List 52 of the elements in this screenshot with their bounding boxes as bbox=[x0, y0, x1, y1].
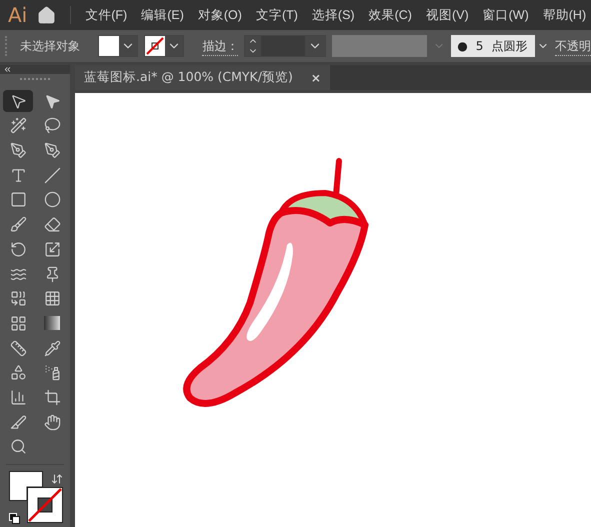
spray-can-icon bbox=[44, 364, 60, 382]
perspective-grid-icon bbox=[44, 290, 60, 308]
app-logo[interactable]: Ai bbox=[8, 0, 28, 30]
arrow-pointer-icon bbox=[10, 92, 26, 110]
selection-status: 未选择对象 bbox=[18, 38, 81, 55]
menu-item[interactable]: 效果(C) bbox=[368, 6, 412, 24]
brush-dropdown[interactable]: ● 5 点圆形 bbox=[451, 35, 535, 57]
home-icon[interactable] bbox=[37, 6, 56, 24]
collapse-icon bbox=[3, 65, 12, 74]
menu-item[interactable]: 窗口(W) bbox=[482, 6, 529, 24]
fill-swatch bbox=[99, 36, 120, 56]
rectangle-icon bbox=[10, 191, 26, 208]
default-colors-icon[interactable] bbox=[9, 512, 20, 524]
eyedropper-icon bbox=[44, 340, 60, 357]
artboard-icon bbox=[44, 388, 60, 406]
fill-color-swatch[interactable] bbox=[9, 470, 43, 501]
document-tab[interactable]: 蓝莓图标.ai* @ 100% (CMYK/预览) × bbox=[75, 65, 330, 90]
menu-item[interactable]: 编辑(E) bbox=[141, 6, 184, 24]
stroke-color-swatch[interactable] bbox=[27, 486, 63, 523]
menu-item[interactable]: 文字(T) bbox=[256, 6, 298, 24]
menu-item[interactable]: 选择(S) bbox=[312, 6, 355, 24]
zoom-icon bbox=[10, 438, 26, 456]
tool-button[interactable] bbox=[3, 90, 33, 112]
brush-icon bbox=[10, 216, 26, 234]
document-title: 蓝莓图标.ai* @ 100% (CMYK/预览) bbox=[84, 68, 293, 86]
swap-colors-icon[interactable] bbox=[51, 472, 63, 485]
eraser-icon bbox=[44, 216, 60, 234]
stroke-label[interactable]: 描边： bbox=[202, 36, 238, 56]
menu-item[interactable]: 视图(V) bbox=[426, 6, 469, 24]
tab-close-button[interactable]: × bbox=[310, 68, 321, 86]
hand-icon bbox=[44, 414, 60, 431]
stroke-swatch-dropdown[interactable] bbox=[144, 35, 184, 57]
rotate-icon bbox=[10, 240, 26, 258]
fill-swatch-dropdown[interactable] bbox=[98, 35, 138, 57]
type-icon bbox=[10, 166, 26, 184]
ruler-icon bbox=[10, 340, 26, 357]
gradient-icon bbox=[44, 316, 60, 330]
menu-item[interactable]: 帮助(H) bbox=[542, 6, 586, 24]
ellipse-icon bbox=[44, 191, 60, 208]
magic-wand-icon bbox=[10, 117, 26, 134]
menu-item[interactable]: 对象(O) bbox=[198, 6, 242, 24]
scale-icon bbox=[44, 240, 60, 258]
menu-item[interactable]: 文件(F) bbox=[85, 6, 128, 24]
opacity-label[interactable]: 不透明 bbox=[555, 36, 591, 56]
filled-arrow-pointer-icon bbox=[44, 92, 60, 110]
knife-icon bbox=[10, 414, 26, 431]
lasso-icon bbox=[44, 117, 60, 134]
no-stroke-swatch-icon bbox=[145, 36, 166, 56]
line-icon bbox=[44, 166, 60, 184]
stroke-weight-field[interactable] bbox=[244, 35, 326, 57]
pen-nib-icon bbox=[10, 142, 26, 160]
bar-chart-icon bbox=[10, 388, 26, 406]
